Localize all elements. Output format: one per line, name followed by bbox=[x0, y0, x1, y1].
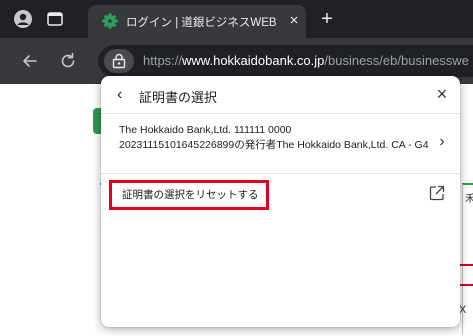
chevron-right-icon: › bbox=[439, 133, 445, 150]
url-text: https://www.hokkaidobank.co.jp/business/… bbox=[143, 53, 469, 68]
site-favicon bbox=[102, 13, 118, 29]
address-bar[interactable]: https://www.hokkaidobank.co.jp/business/… bbox=[98, 45, 473, 77]
reset-certificate-selection-link[interactable]: 証明書の選択をリセットする bbox=[109, 180, 269, 210]
dialog-back-button[interactable]: ‹ bbox=[117, 87, 129, 103]
certificate-item[interactable]: The Hokkaido Bank,Ltd. 111111 0000 20231… bbox=[101, 114, 460, 173]
profile-icon[interactable] bbox=[14, 10, 32, 28]
certificate-subject: The Hokkaido Bank,Ltd. 111111 0000 bbox=[119, 124, 292, 136]
tab-title: ログイン | 道銀ビジネスWEBサービス | bbox=[126, 17, 276, 29]
divider bbox=[101, 173, 460, 174]
url-path: /business/eb/businesswe bbox=[324, 53, 469, 68]
new-tab-button[interactable]: + bbox=[317, 9, 337, 29]
active-tab[interactable]: ログイン | 道銀ビジネスWEBサービス | × bbox=[88, 5, 306, 38]
page-edge-text: 禾 bbox=[465, 194, 473, 205]
dialog-title: 証明書の選択 bbox=[139, 90, 218, 105]
tab-actions-icon[interactable] bbox=[47, 12, 63, 26]
certificate-issuer: 20231115101645226899の発行者The Hokkaido Ban… bbox=[119, 139, 429, 151]
reset-label: 証明書の選択をリセットする bbox=[122, 189, 259, 201]
tab-close-button[interactable]: × bbox=[286, 13, 302, 29]
url-host: www.hokkaidobank.co.jp bbox=[182, 53, 325, 68]
certificate-selection-dialog: ‹ 証明書の選択 × The Hokkaido Bank,Ltd. 111111… bbox=[101, 76, 460, 327]
dialog-close-button[interactable]: × bbox=[433, 85, 451, 103]
url-scheme: https:// bbox=[143, 53, 183, 68]
page-divider bbox=[462, 183, 473, 185]
external-link-icon[interactable] bbox=[428, 184, 446, 202]
site-info-icon bbox=[112, 53, 126, 69]
back-arrow-icon[interactable] bbox=[20, 51, 40, 71]
page-edge-text: X bbox=[459, 304, 467, 316]
browser-tab-strip: ログイン | 道銀ビジネスWEBサービス | × + bbox=[0, 0, 473, 38]
site-info-button[interactable] bbox=[104, 49, 134, 73]
reload-icon[interactable] bbox=[58, 51, 78, 71]
